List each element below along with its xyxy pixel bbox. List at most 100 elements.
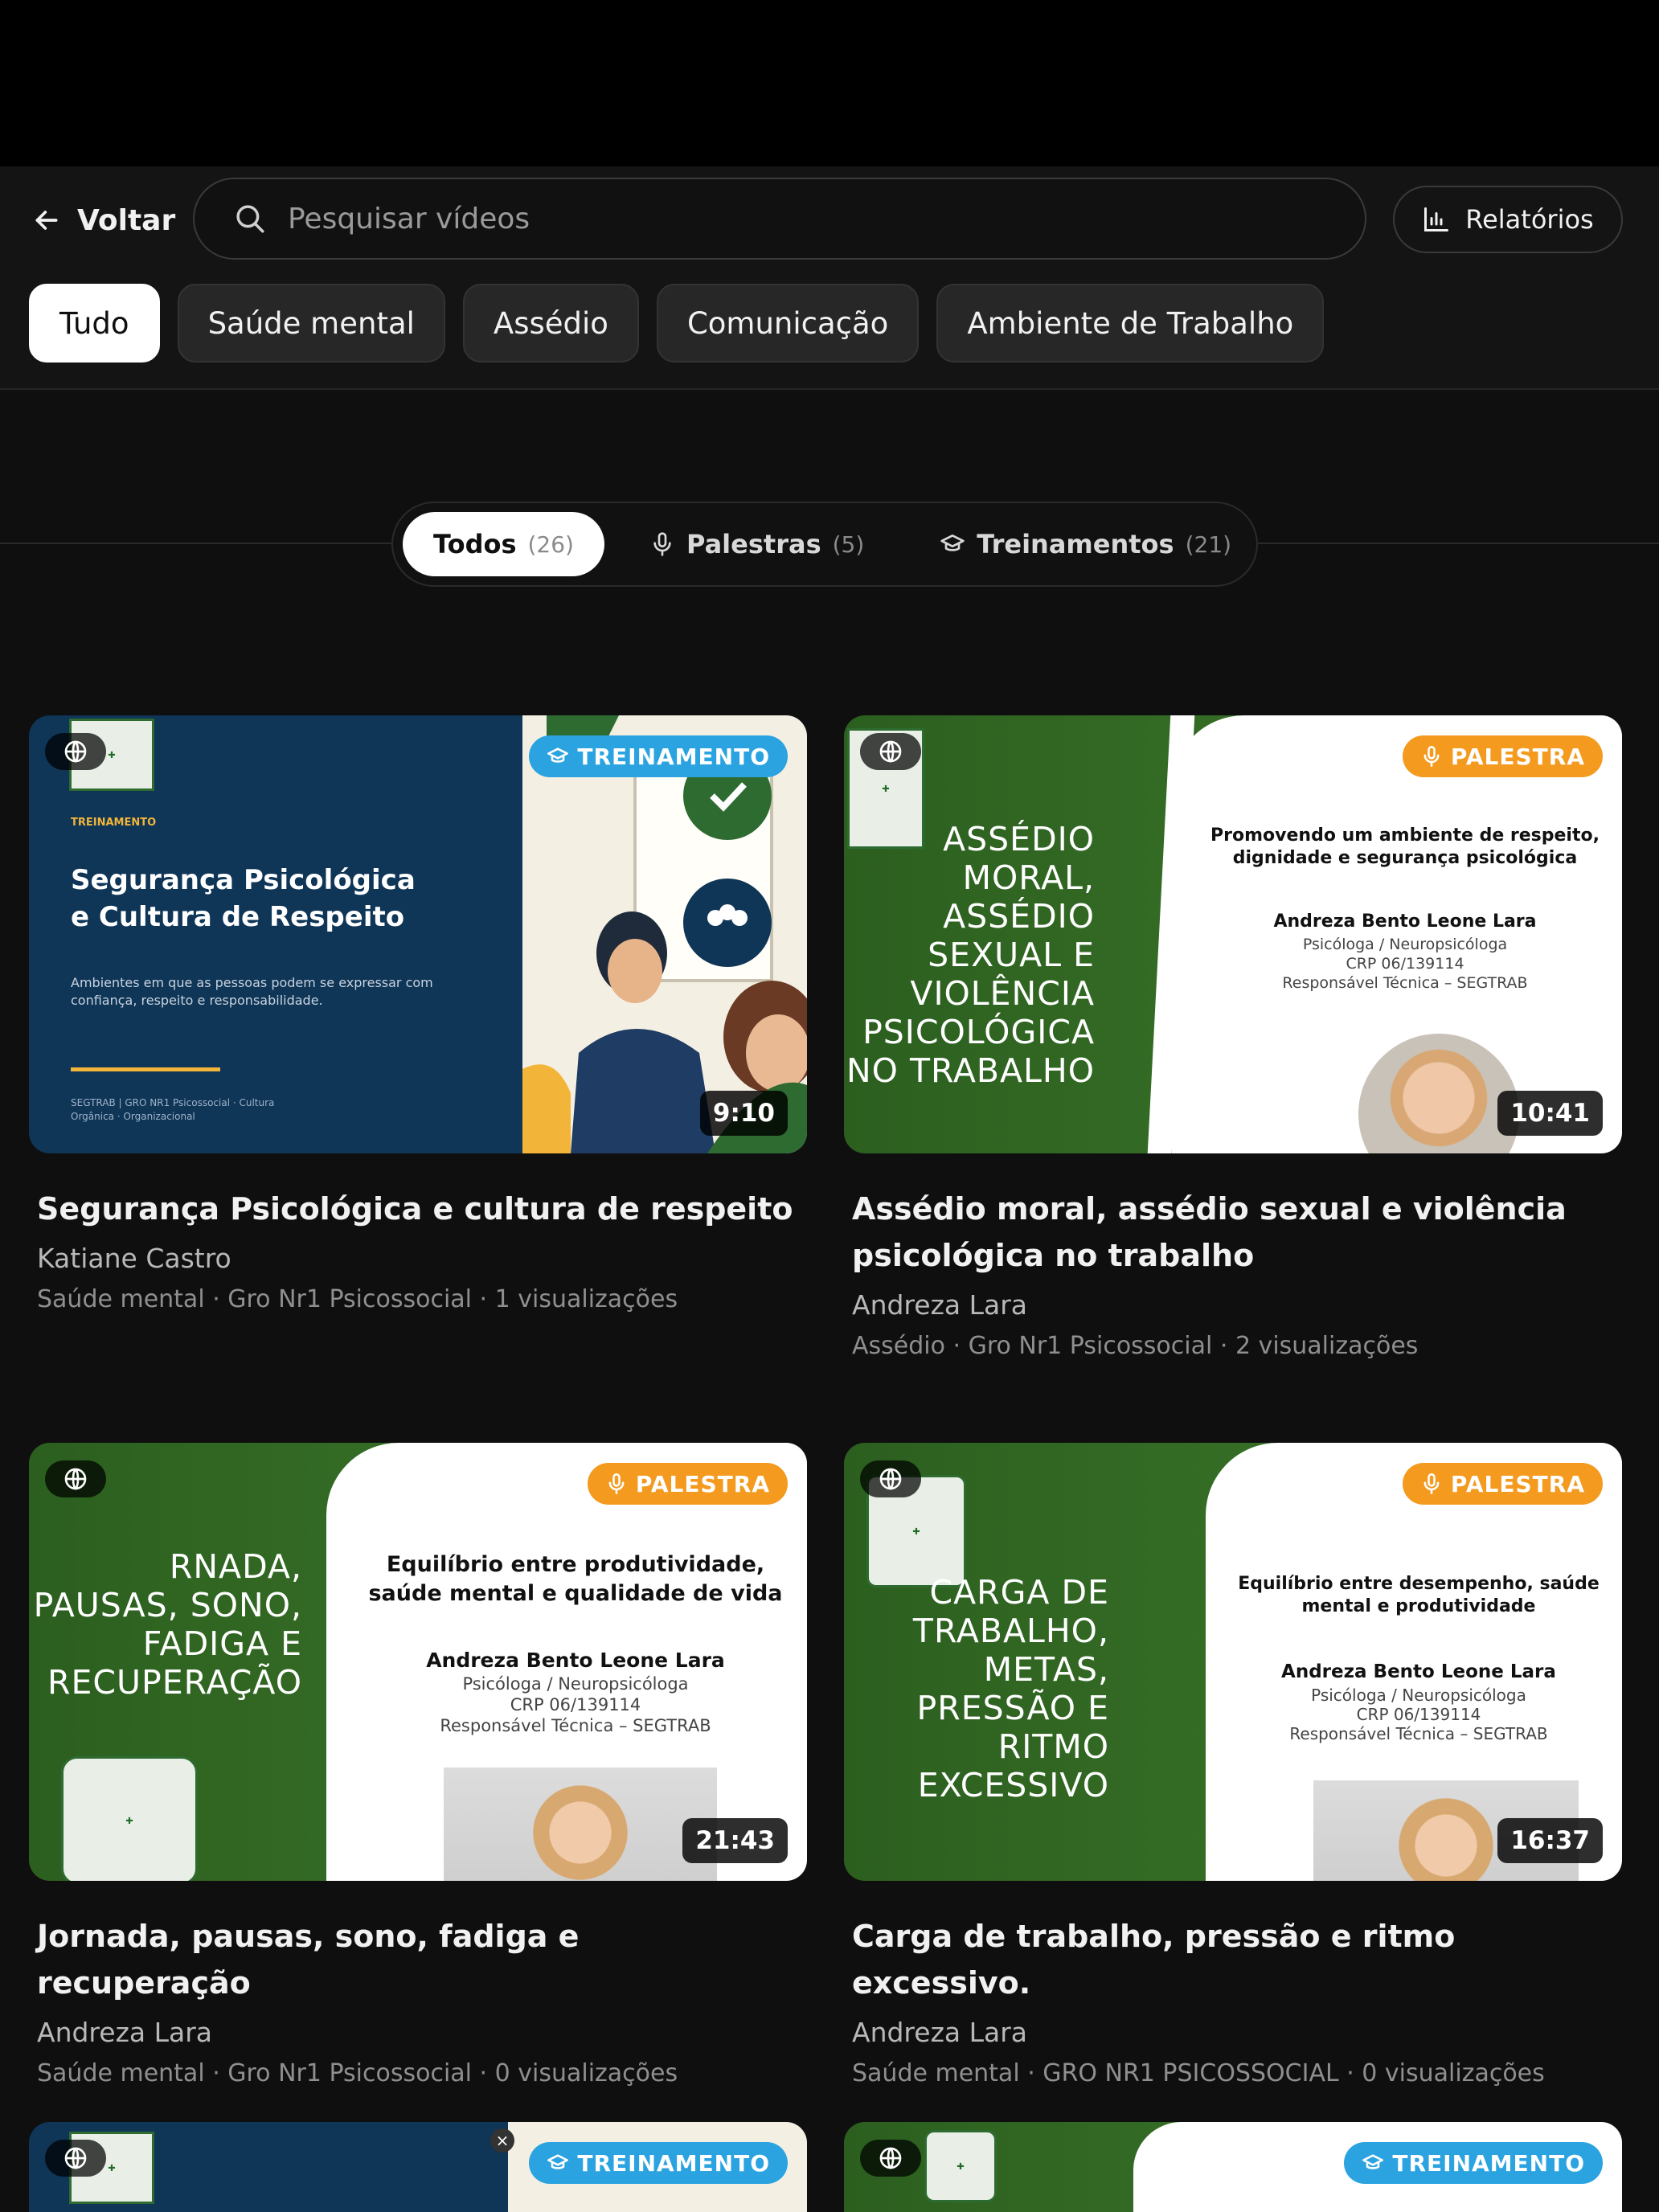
search-bar[interactable] xyxy=(193,178,1366,260)
filter-palestras[interactable]: Palestras (5) xyxy=(619,512,895,576)
microphone-icon xyxy=(1423,1473,1440,1494)
video-author[interactable]: Andreza Lara xyxy=(852,2013,1614,2053)
video-card[interactable]: RNADA, PAUSAS, SONO, FADIGA E RECUPERAÇÃ… xyxy=(29,1443,807,2091)
close-icon[interactable]: × xyxy=(490,2128,514,2153)
filter-treinamentos[interactable]: Treinamentos (21) xyxy=(909,512,1262,576)
type-badge: TREINAMENTO xyxy=(529,735,788,777)
logo xyxy=(61,1756,198,1881)
slide-footer: SEGTRAB | GRO NR1 Psicossocial · Cultura… xyxy=(71,1097,275,1122)
slide-divider xyxy=(71,1067,220,1071)
panel-crp: CRP 06/139114 xyxy=(1346,955,1464,973)
illustration-people xyxy=(522,715,807,1153)
video-card[interactable]: × TREINAMENTO xyxy=(29,2122,807,2212)
chip-assedio[interactable]: Assédio xyxy=(462,284,639,363)
chip-comunicacao[interactable]: Comunicação xyxy=(656,284,920,363)
graduation-cap-icon xyxy=(1362,2154,1384,2169)
badge-label: PALESTRA xyxy=(635,1470,770,1497)
video-meta: Saúde mental · Gro Nr1 Psicossocial · 1 … xyxy=(37,1285,678,1313)
visibility-globe-icon xyxy=(860,1460,921,1497)
graduation-cap-icon xyxy=(547,748,569,763)
type-badge: PALESTRA xyxy=(1402,735,1603,777)
logo xyxy=(924,2130,997,2202)
top-black-bar xyxy=(0,0,1659,166)
slide-kicker: TREINAMENTO xyxy=(71,817,157,829)
video-card[interactable]: TREINAMENTO Segurança Psicológica e Cult… xyxy=(29,715,807,1317)
chip-ambiente-de-trabalho[interactable]: Ambiente de Trabalho xyxy=(936,284,1325,363)
panel-resp: Responsável Técnica – SEGTRAB xyxy=(1289,1724,1548,1743)
type-badge: TREINAMENTO xyxy=(1344,2142,1603,2184)
duration-badge: 21:43 xyxy=(682,1818,788,1863)
badge-label: TREINAMENTO xyxy=(577,2149,770,2177)
duration-badge: 16:37 xyxy=(1497,1818,1603,1863)
type-badge: TREINAMENTO xyxy=(529,2142,788,2184)
microphone-icon xyxy=(1423,746,1440,767)
graduation-cap-icon xyxy=(940,535,965,551)
panel-heading: Equilíbrio entre produtividade, saúde me… xyxy=(368,1552,783,1606)
visibility-globe-icon xyxy=(45,2140,106,2177)
arrow-left-icon xyxy=(35,211,58,230)
panel-crp: CRP 06/139114 xyxy=(510,1695,641,1714)
slide-subtext: Ambientes em que as pessoas podem se exp… xyxy=(71,975,433,1008)
video-meta: Assédio · Gro Nr1 Psicossocial · 2 visua… xyxy=(852,1332,1419,1360)
panel-role: Psicóloga / Neuropsicóloga xyxy=(1311,1686,1526,1705)
type-badge: PALESTRA xyxy=(587,1463,788,1505)
filter-label: Palestras xyxy=(686,529,821,559)
speaker-photo xyxy=(444,1768,717,1881)
visibility-globe-icon xyxy=(45,1460,106,1497)
visibility-globe-icon xyxy=(860,733,921,770)
microphone-icon xyxy=(608,1473,625,1494)
reports-button[interactable]: Relatórios xyxy=(1393,186,1623,253)
video-title[interactable]: Segurança Psicológica e cultura de respe… xyxy=(37,1186,799,1232)
video-title[interactable]: Carga de trabalho, pressão e ritmo exces… xyxy=(852,1913,1614,2006)
video-title[interactable]: Jornada, pausas, sono, fadiga e recupera… xyxy=(37,1913,799,2006)
video-thumbnail[interactable]: ASSÉDIO MORAL, ASSÉDIO SEXUAL E VIOLÊNCI… xyxy=(844,715,1622,1153)
badge-label: TREINAMENTO xyxy=(1392,2149,1585,2177)
panel-heading: Equilíbrio entre desempenho, saúde menta… xyxy=(1238,1574,1600,1616)
chip-tudo[interactable]: Tudo xyxy=(29,284,160,363)
video-thumbnail[interactable]: RNADA, PAUSAS, SONO, FADIGA E RECUPERAÇÃ… xyxy=(29,1443,807,1881)
video-thumbnail[interactable]: TREINAMENTO Segurança Psicológica e Cult… xyxy=(29,715,807,1153)
badge-label: PALESTRA xyxy=(1450,743,1585,770)
microphone-icon xyxy=(653,532,671,556)
slide-left-text: ASSÉDIO MORAL, ASSÉDIO SEXUAL E VIOLÊNCI… xyxy=(846,820,1095,1090)
slide-heading: Segurança Psicológica e Cultura de Respe… xyxy=(71,864,416,933)
badge-label: PALESTRA xyxy=(1450,1470,1585,1497)
visibility-globe-icon xyxy=(860,2140,921,2177)
filter-label: Treinamentos xyxy=(977,529,1174,559)
video-author[interactable]: Andreza Lara xyxy=(37,2013,799,2053)
slide-left-text: RNADA, PAUSAS, SONO, FADIGA E RECUPERAÇÃ… xyxy=(33,1547,302,1702)
panel-speaker: Andreza Bento Leone Lara xyxy=(1273,911,1537,932)
category-chips: Tudo Saúde mental Assédio Comunicação Am… xyxy=(29,284,1325,363)
divider-left xyxy=(0,543,391,544)
chip-saude-mental[interactable]: Saúde mental xyxy=(177,284,445,363)
content-type-filter: Todos (26) Palestras (5) Treinamentos (2… xyxy=(391,502,1258,587)
panel-speaker: Andreza Bento Leone Lara xyxy=(426,1649,725,1672)
video-title[interactable]: Assédio moral, assédio sexual e violênci… xyxy=(852,1186,1614,1279)
slide-left-text: CARGA DE TRABALHO, METAS, PRESSÃO E RITM… xyxy=(912,1573,1109,1804)
filter-todos[interactable]: Todos (26) xyxy=(403,512,604,576)
video-thumbnail[interactable]: CARGA DE TRABALHO, METAS, PRESSÃO E RITM… xyxy=(844,1443,1622,1881)
duration-badge: 10:41 xyxy=(1497,1091,1603,1136)
video-meta: Saúde mental · GRO NR1 PSICOSSOCIAL · 0 … xyxy=(852,2059,1545,2087)
video-card[interactable]: TREINAMENTO xyxy=(844,2122,1622,2212)
panel-resp: Responsável Técnica – SEGTRAB xyxy=(1282,974,1528,992)
filter-count: (21) xyxy=(1185,530,1232,558)
filter-count: (5) xyxy=(832,530,865,558)
visibility-globe-icon xyxy=(45,733,106,770)
video-card[interactable]: ASSÉDIO MORAL, ASSÉDIO SEXUAL E VIOLÊNCI… xyxy=(844,715,1622,1364)
divider-right xyxy=(1258,543,1659,544)
video-author[interactable]: Katiane Castro xyxy=(37,1239,799,1279)
video-thumbnail[interactable]: TREINAMENTO xyxy=(844,2122,1622,2212)
back-button[interactable]: Voltar xyxy=(31,195,175,246)
video-card[interactable]: CARGA DE TRABALHO, METAS, PRESSÃO E RITM… xyxy=(844,1443,1622,2091)
video-thumbnail[interactable]: × TREINAMENTO xyxy=(29,2122,807,2212)
duration-badge: 9:10 xyxy=(699,1091,788,1136)
search-icon xyxy=(236,205,264,233)
filter-count: (26) xyxy=(527,530,574,558)
reports-label: Relatórios xyxy=(1465,204,1594,235)
search-input[interactable] xyxy=(288,202,1333,236)
video-author[interactable]: Andreza Lara xyxy=(852,1285,1614,1325)
panel-speaker: Andreza Bento Leone Lara xyxy=(1281,1661,1556,1682)
panel-crp: CRP 06/139114 xyxy=(1356,1705,1481,1724)
type-badge: PALESTRA xyxy=(1402,1463,1603,1505)
